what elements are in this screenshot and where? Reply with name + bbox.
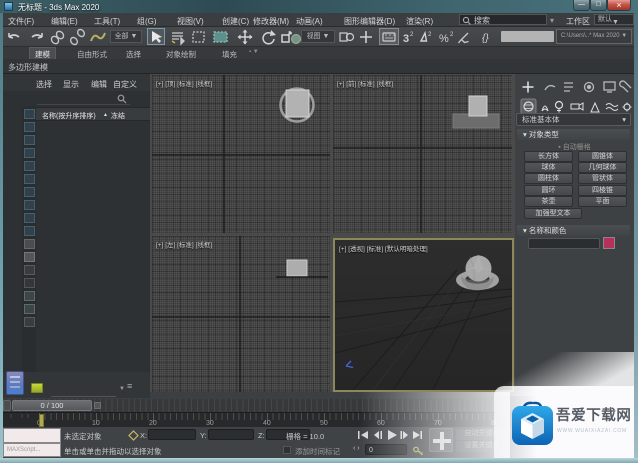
svg-text:2: 2 — [450, 32, 454, 38]
svg-text:3: 3 — [403, 33, 409, 45]
svg-text:%: % — [439, 33, 449, 45]
svg-text:2: 2 — [428, 32, 432, 38]
svg-text:{}: {} — [482, 33, 489, 44]
svg-text:2: 2 — [410, 32, 414, 38]
